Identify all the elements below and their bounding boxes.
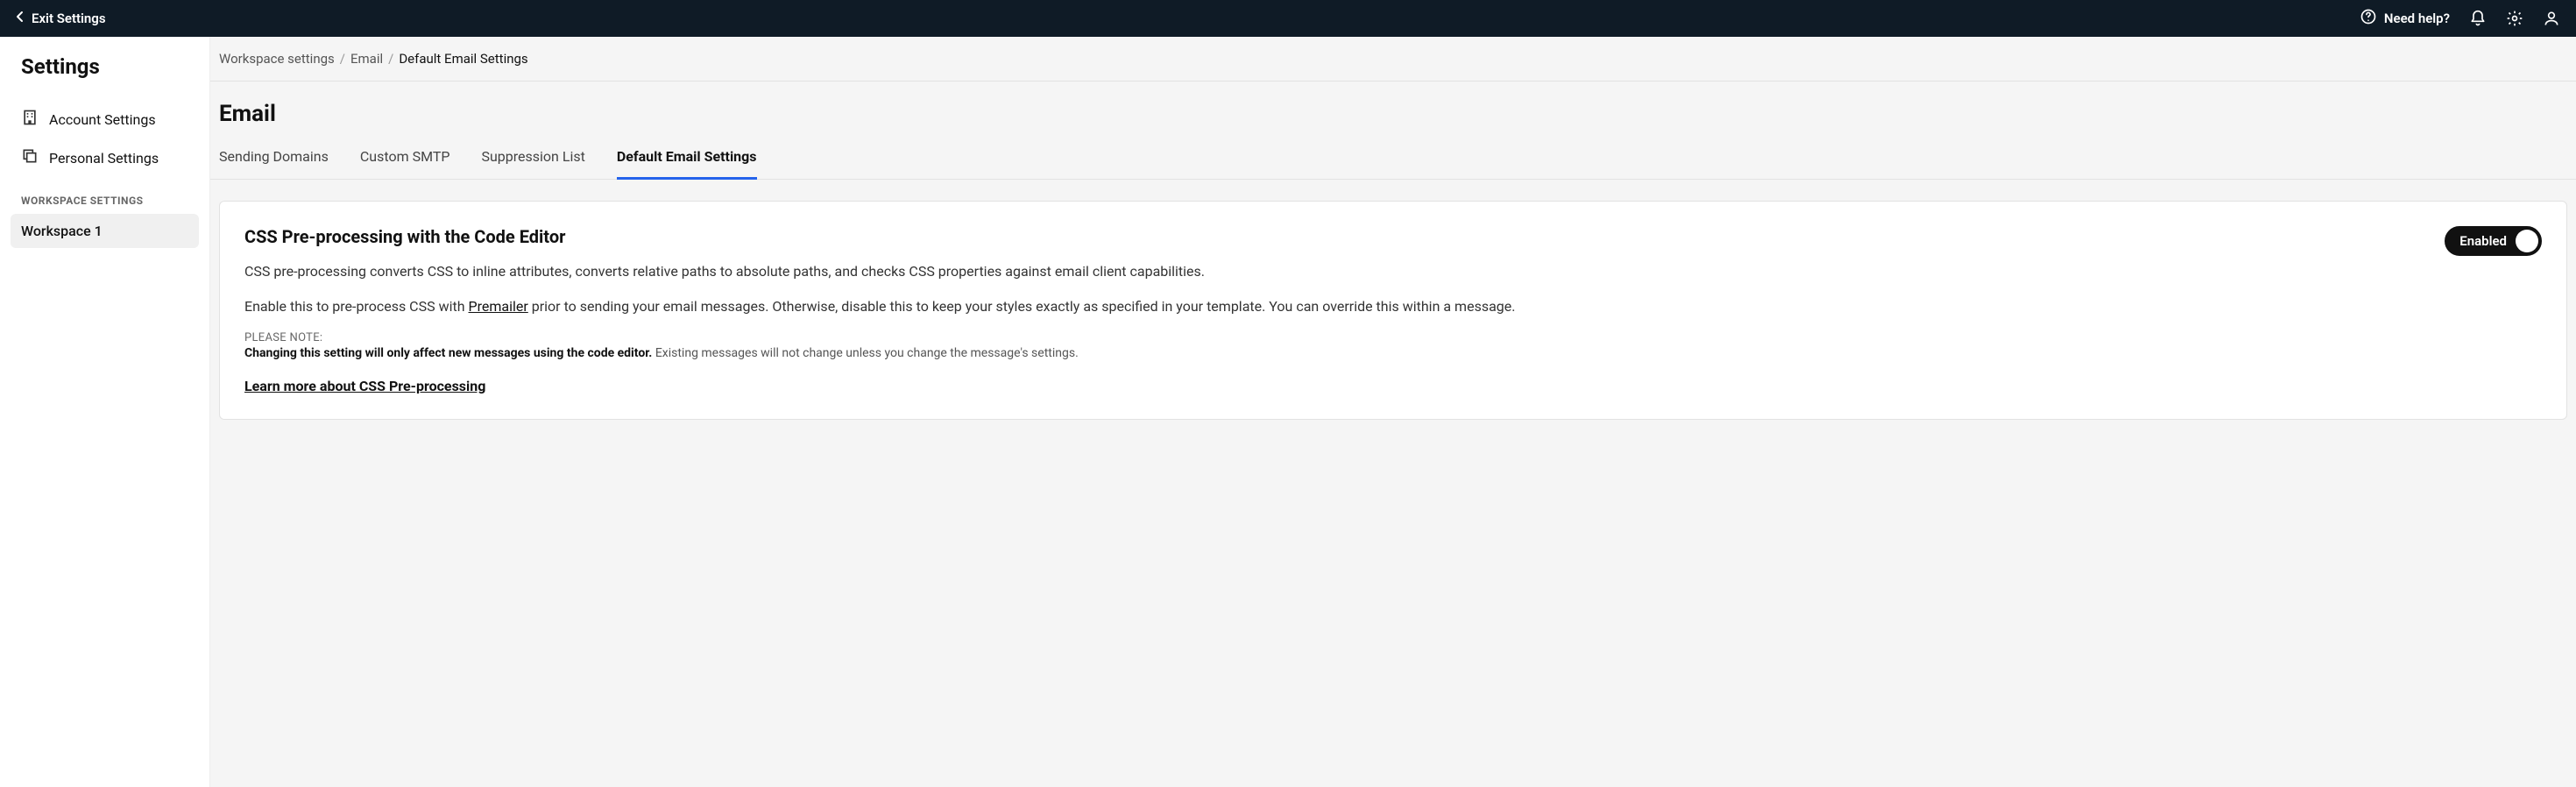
toggle-label: Enabled: [2459, 233, 2507, 249]
top-bar: Exit Settings Need help?: [0, 0, 2576, 37]
breadcrumb: Workspace settings / Email / Default Ema…: [210, 37, 2576, 82]
sidebar-item-personal-settings[interactable]: Personal Settings: [11, 138, 199, 177]
breadcrumb-current: Default Email Settings: [399, 51, 527, 67]
tab-sending-domains[interactable]: Sending Domains: [219, 136, 329, 180]
need-help-label: Need help?: [2384, 11, 2450, 26]
copy-icon: [21, 147, 39, 168]
sidebar-title: Settings: [11, 54, 199, 79]
card-paragraph-2: Enable this to pre-process CSS with Prem…: [244, 296, 2424, 317]
sidebar-item-label: Personal Settings: [49, 150, 159, 167]
card-title: CSS Pre-processing with the Code Editor: [244, 226, 2424, 247]
sidebar-section-label: WORKSPACE SETTINGS: [11, 195, 199, 207]
premailer-link[interactable]: Premailer: [469, 298, 528, 315]
help-icon: [2360, 8, 2377, 29]
exit-settings-link[interactable]: Exit Settings: [16, 11, 106, 26]
enabled-toggle[interactable]: Enabled: [2445, 226, 2542, 256]
need-help-link[interactable]: Need help?: [2360, 8, 2450, 29]
tabs: Sending Domains Custom SMTP Suppression …: [210, 136, 2576, 180]
sidebar: Settings Account Settings Personal Setti…: [0, 37, 210, 787]
user-icon[interactable]: [2543, 10, 2560, 27]
tab-default-email-settings[interactable]: Default Email Settings: [617, 136, 757, 180]
note-label: PLEASE NOTE:: [244, 331, 2424, 344]
toggle-knob: [2516, 230, 2538, 252]
breadcrumb-separator: /: [340, 51, 345, 67]
settings-card: CSS Pre-processing with the Code Editor …: [219, 201, 2567, 420]
main: Workspace settings / Email / Default Ema…: [210, 37, 2576, 787]
tab-suppression-list[interactable]: Suppression List: [481, 136, 584, 180]
page-title: Email: [210, 82, 2576, 136]
breadcrumb-link[interactable]: Workspace settings: [219, 51, 335, 67]
card-paragraph-1: CSS pre-processing converts CSS to inlin…: [244, 261, 2424, 282]
building-icon: [21, 109, 39, 130]
note-text: Changing this setting will only affect n…: [244, 346, 2424, 360]
exit-settings-label: Exit Settings: [32, 11, 106, 26]
gear-icon[interactable]: [2506, 10, 2523, 27]
breadcrumb-separator: /: [388, 51, 393, 67]
learn-more-link[interactable]: Learn more about CSS Pre-processing: [244, 378, 485, 394]
chevron-left-icon: [16, 11, 25, 26]
sidebar-item-label: Workspace 1: [21, 223, 103, 239]
breadcrumb-link[interactable]: Email: [350, 51, 383, 67]
tab-custom-smtp[interactable]: Custom SMTP: [360, 136, 450, 180]
sidebar-item-account-settings[interactable]: Account Settings: [11, 100, 199, 138]
bell-icon[interactable]: [2469, 10, 2487, 27]
topbar-right: Need help?: [2360, 8, 2560, 29]
sidebar-item-workspace-1[interactable]: Workspace 1: [11, 214, 199, 248]
sidebar-item-label: Account Settings: [49, 111, 156, 128]
